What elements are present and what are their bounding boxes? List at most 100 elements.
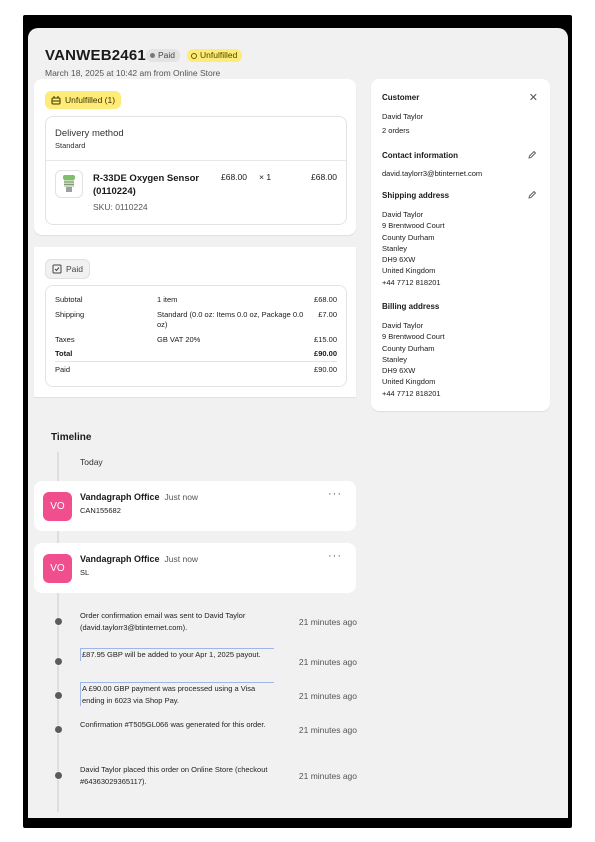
timeline-date-group: Today (80, 457, 103, 467)
row-detail: GB VAT 20% (157, 335, 201, 344)
payment-card: Paid Subtotal 1 item £68.00 Shipping Sta… (34, 247, 356, 397)
unfulfilled-count-badge: Unfulfilled (1) (45, 91, 122, 109)
more-options-icon[interactable]: ··· (328, 488, 342, 500)
row-label: Taxes (55, 335, 75, 344)
address-line: Stanley (382, 243, 408, 253)
delivery-method-value: Standard (55, 141, 86, 150)
address-line: DH9 6XW (382, 366, 416, 376)
row-label: Shipping (55, 310, 85, 319)
billing-address-heading: Billing address (382, 302, 440, 311)
checkbox-icon (52, 264, 62, 274)
timeline-comment: VO Vandagraph Office Just now CAN155682 ·… (34, 481, 356, 531)
avatar: VO (43, 492, 72, 521)
timeline-comment: VO Vandagraph Office Just now SL ··· (34, 543, 356, 593)
paid-status-badge: Paid (146, 49, 181, 62)
address-line: United Kingdom (382, 266, 436, 276)
row-detail: 1 item (157, 295, 178, 304)
billing-address: David Taylor 9 Brentwood Court County Du… (382, 320, 445, 399)
timeline-event-text: Confirmation #T505GL066 was generated fo… (80, 720, 266, 729)
product-name-link[interactable]: R-33DE Oxygen Sensor (0110224) (93, 172, 213, 198)
customer-heading: Customer (382, 93, 420, 102)
address-line: United Kingdom (382, 377, 436, 387)
timeline-title: Timeline (51, 432, 92, 443)
product-unit-price: £68.00 (221, 172, 247, 182)
timeline-event-text: Order confirmation email was sent to Dav… (80, 611, 246, 632)
timeline-event-dot (54, 771, 63, 780)
row-amount: £68.00 (314, 295, 337, 304)
timeline-event-time: 21 minutes ago (298, 771, 357, 781)
timeline-event-dot (54, 617, 63, 626)
address-line: 9 Brentwood Court (382, 221, 445, 231)
timeline-event-text: David Taylor placed this order on Online… (80, 765, 268, 786)
contact-heading: Contact information (382, 151, 458, 160)
comment-author: Vandagraph Office (80, 492, 160, 502)
unfulfilled-badge-label: Unfulfilled (200, 50, 238, 60)
shipping-address-heading: Shipping address (382, 191, 450, 200)
divider (46, 160, 346, 161)
comment-time: Just now (164, 492, 199, 502)
comment-header: Vandagraph Office Just now (80, 492, 198, 502)
address-line: +44 7712 818201 (382, 277, 441, 287)
more-options-icon[interactable]: ··· (328, 550, 342, 562)
paid-badge: Paid (45, 259, 91, 279)
oxygen-sensor-image-icon (63, 175, 75, 192)
order-subtitle: March 18, 2025 at 10:42 am from Online S… (45, 68, 221, 78)
address-line: County Durham (382, 343, 435, 353)
comment-header: Vandagraph Office Just now (80, 554, 198, 564)
fulfillment-box: Delivery method Standard R-33DE Oxygen S… (45, 116, 347, 225)
unfulfilled-status-badge: Unfulfilled (187, 49, 243, 62)
status-dot-icon (150, 53, 155, 58)
address-line: DH9 6XW (382, 255, 416, 265)
product-sku: SKU: 0110224 (93, 202, 148, 212)
timeline-event-dot (54, 657, 63, 666)
avatar: VO (43, 554, 72, 583)
product-line-total: £68.00 (311, 172, 337, 182)
edit-contact-pencil-icon[interactable] (527, 150, 537, 160)
delivery-method-title: Delivery method (55, 128, 124, 139)
status-ring-icon (191, 52, 197, 59)
order-title: VANWEB2461 (45, 47, 146, 64)
row-label: Paid (55, 365, 71, 374)
close-icon[interactable]: ✕ (529, 91, 538, 104)
timeline-event-time: 21 minutes ago (298, 691, 357, 701)
package-icon (51, 96, 61, 105)
row-amount: £90.00 (314, 365, 337, 374)
row-amount: £90.00 (314, 349, 337, 358)
row-detail: Standard (0.0 oz: Items 0.0 oz, Package … (157, 310, 304, 329)
comment-time: Just now (164, 554, 199, 564)
comment-body: CAN155682 (80, 506, 121, 515)
fulfillment-card: Unfulfilled (1) Delivery method Standard… (34, 79, 356, 235)
timeline-event-dot (54, 725, 63, 734)
shipping-address: David Taylor 9 Brentwood Court County Du… (382, 209, 445, 288)
address-line: 9 Brentwood Court (382, 332, 445, 342)
comment-body: SL (80, 568, 90, 577)
row-label: Total (55, 349, 73, 358)
customer-card: Customer ✕ David Taylor 2 orders Contact… (371, 79, 550, 411)
order-page: VANWEB2461 Paid Unfulfilled March 18, 20… (28, 28, 568, 818)
row-amount: £15.00 (314, 335, 337, 344)
timeline-event-time: 21 minutes ago (298, 657, 357, 667)
divider (55, 361, 337, 362)
product-quantity: × 1 (259, 172, 272, 182)
edit-shipping-pencil-icon[interactable] (527, 190, 537, 200)
timeline-event-text[interactable]: A £90.00 GBP payment was processed using… (80, 682, 274, 706)
address-line: +44 7712 818201 (382, 388, 441, 398)
customer-email-link[interactable]: david.taylorr3@btinternet.com (382, 168, 482, 179)
product-thumbnail[interactable] (55, 170, 83, 198)
timeline-event-text[interactable]: £87.95 GBP will be added to your Apr 1, … (80, 648, 274, 661)
timeline-event-time: 21 minutes ago (298, 725, 357, 735)
row-label: Subtotal (55, 295, 83, 304)
address-line: County Durham (382, 232, 435, 242)
customer-orders-link[interactable]: 2 orders (382, 125, 410, 136)
address-line: Stanley (382, 354, 408, 364)
unfulfilled-count-label: Unfulfilled (1) (65, 95, 116, 105)
row-amount: £7.00 (318, 310, 337, 319)
address-line: David Taylor (382, 210, 424, 219)
timeline-event-time: 21 minutes ago (298, 617, 357, 627)
customer-name-link[interactable]: David Taylor (382, 111, 423, 122)
timeline-event-dot (54, 691, 63, 700)
address-line: David Taylor (382, 321, 424, 330)
paid-badge-label: Paid (158, 50, 176, 60)
paid-badge-label: Paid (66, 264, 84, 274)
payment-summary: Subtotal 1 item £68.00 Shipping Standard… (45, 285, 347, 387)
